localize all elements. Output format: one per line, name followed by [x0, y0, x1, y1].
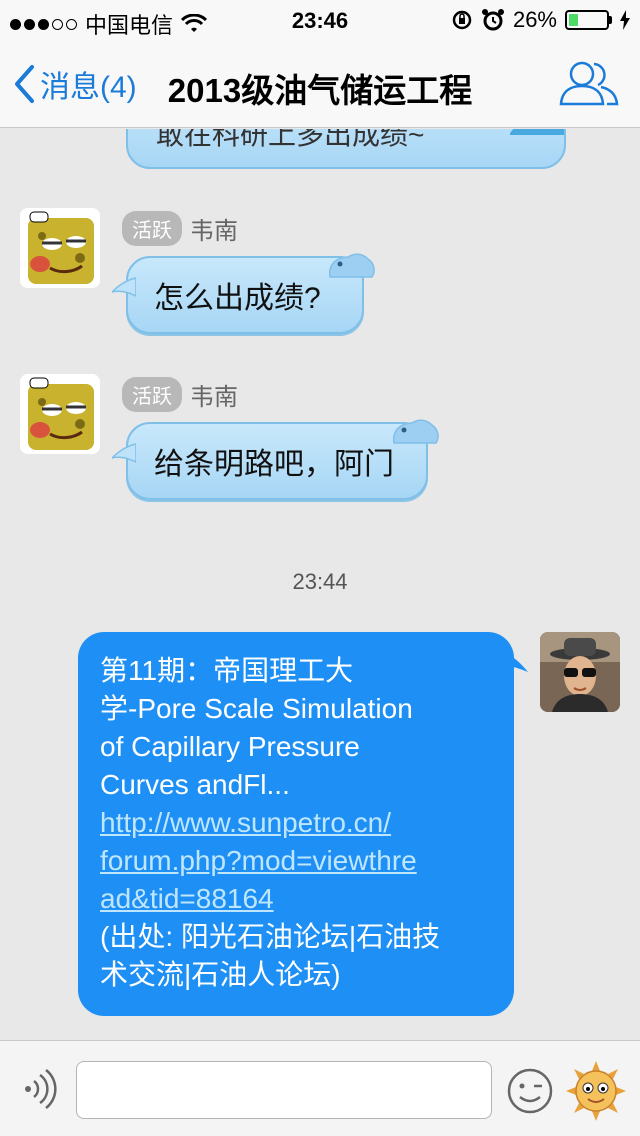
my-message-bubble[interactable]: 第11期：帝国理工大 学-Pore Scale Simulation of Ca…	[78, 632, 528, 1016]
message-text-line: 第11期：帝国理工大	[100, 655, 354, 686]
status-left: 中国电信	[10, 8, 208, 40]
spongebob-avatar-icon	[20, 374, 100, 454]
message-link[interactable]: forum.php?mod=viewthre	[100, 842, 492, 880]
signal-strength-icon	[10, 18, 77, 30]
alarm-icon	[481, 9, 504, 31]
timestamp: 23:44	[292, 569, 348, 594]
message-link[interactable]: http://www.sunpetro.cn/	[100, 804, 492, 842]
avatar[interactable]	[20, 374, 100, 454]
chevron-left-icon	[15, 65, 34, 103]
bubble-tail	[112, 277, 136, 297]
sender-name[interactable]: 韦南	[190, 211, 238, 246]
status-right: 26%	[451, 7, 630, 33]
charging-bolt-icon	[620, 10, 630, 30]
message-input[interactable]	[76, 1061, 492, 1119]
status-badge: 活跃	[122, 377, 182, 412]
status-badge: 活跃	[122, 211, 182, 246]
sender-row: 活跃 韦南	[122, 211, 238, 246]
message-source-line: (出处: 阳光石油论坛|石油技	[100, 921, 441, 952]
rotation-lock-icon	[452, 10, 472, 30]
user-photo-avatar-icon	[540, 632, 620, 712]
message-source-line: 术交流|石油人论坛)	[100, 959, 341, 990]
wifi-icon	[181, 14, 208, 32]
sun-face-emoji-icon[interactable]	[566, 1061, 626, 1121]
message-bubble-partial[interactable]: 敢在科研上多出成绩~	[126, 129, 566, 169]
battery-icon	[565, 10, 612, 30]
message-bubble[interactable]: 给条明路吧，阿门	[112, 422, 428, 500]
hippo-decoration-icon	[328, 253, 375, 278]
hippo-decoration-icon	[392, 419, 439, 444]
message-link[interactable]: ad&tid=88164	[100, 880, 492, 918]
bubble-tail	[112, 443, 136, 463]
emoji-icon[interactable]	[506, 1067, 554, 1115]
chat-area[interactable]: 敢在科研上多出成绩~ 活跃 韦南 怎么出成绩? 活跃 韦南 给条明路吧，阿门 2…	[0, 129, 640, 1040]
message-text: 给条明路吧，阿门	[154, 448, 394, 481]
battery-percent: 26%	[512, 7, 557, 32]
back-button[interactable]: 消息(4)	[12, 62, 137, 106]
my-avatar[interactable]	[540, 632, 620, 712]
voice-icon[interactable]	[18, 1069, 58, 1109]
carrier-name: 中国电信	[85, 13, 174, 38]
avatar[interactable]	[20, 208, 100, 288]
group-members-icon[interactable]	[558, 58, 620, 108]
sender-name[interactable]: 韦南	[190, 377, 238, 412]
message-text-line: of Capillary Pressure	[100, 731, 360, 762]
spongebob-avatar-icon	[20, 208, 100, 288]
back-label: 消息(4)	[40, 71, 137, 104]
message-text: 敢在科研上多出成绩~	[156, 129, 425, 150]
wave-decoration-icon	[510, 129, 564, 135]
status-bar: 中国电信 23:46 26%	[0, 0, 640, 40]
message-text-line: Curves andFl...	[100, 769, 290, 800]
bubble-tail	[506, 652, 528, 672]
sender-row: 活跃 韦南	[122, 377, 238, 412]
message-text: 怎么出成绩?	[154, 282, 321, 315]
nav-bar: 消息(4) 2013级油气储运工程	[0, 40, 640, 128]
input-bar	[0, 1040, 640, 1136]
message-text-line: 学-Pore Scale Simulation	[100, 693, 413, 724]
